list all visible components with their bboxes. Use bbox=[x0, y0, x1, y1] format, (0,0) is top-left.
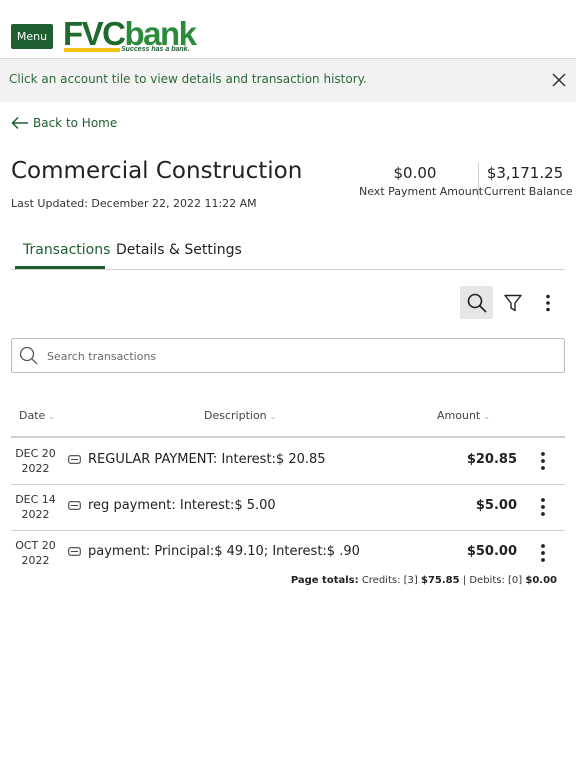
credits-label: Credits: [3] bbox=[361, 575, 418, 586]
row-date-year: 2022 bbox=[21, 554, 50, 567]
row-date: DEC 14 2022 bbox=[11, 492, 60, 522]
logo-fvc: FVC bbox=[63, 15, 126, 52]
totals-separator: | bbox=[462, 575, 467, 586]
summary-divider bbox=[478, 163, 479, 199]
column-header-description[interactable]: Description ⌄ bbox=[204, 409, 276, 422]
row-description: reg payment: Interest:$ 5.00 bbox=[88, 498, 276, 513]
row-date-month-day: DEC 20 bbox=[15, 447, 56, 460]
info-banner: Click an account tile to view details an… bbox=[0, 59, 576, 102]
table-row[interactable]: DEC 14 2022 reg payment: Interest:$ 5.00… bbox=[11, 484, 565, 531]
search-icon bbox=[19, 346, 38, 365]
row-date-year: 2022 bbox=[21, 508, 50, 521]
row-amount: $50.00 bbox=[466, 544, 517, 559]
tag-icon bbox=[68, 501, 81, 510]
current-balance-amount: $3,171.25 bbox=[486, 164, 564, 182]
menu-button[interactable]: Menu bbox=[11, 24, 53, 49]
app-header: Menu FVCbank Success has a bank. bbox=[0, 0, 576, 59]
tag-icon bbox=[68, 455, 81, 464]
row-date: OCT 20 2022 bbox=[11, 538, 60, 568]
row-date: DEC 20 2022 bbox=[11, 446, 60, 476]
back-to-home-link[interactable]: Back to Home bbox=[11, 114, 117, 132]
row-date-year: 2022 bbox=[21, 462, 50, 475]
more-vertical-icon[interactable] bbox=[538, 497, 548, 517]
arrow-left-icon bbox=[11, 116, 28, 130]
tab-bar: Transactions Details & Settings bbox=[11, 232, 565, 270]
sort-icon: ⌄ bbox=[269, 412, 277, 421]
more-vertical-icon bbox=[545, 294, 550, 311]
sort-icon: ⌄ bbox=[483, 412, 490, 421]
row-date-month-day: OCT 20 bbox=[15, 539, 56, 552]
filter-button[interactable] bbox=[496, 286, 529, 319]
debits-amount: $0.00 bbox=[525, 575, 557, 586]
fvcbank-logo[interactable]: FVCbank Success has a bank. bbox=[63, 15, 197, 57]
more-options-button[interactable] bbox=[531, 286, 564, 319]
column-header-date-label: Date bbox=[19, 409, 46, 422]
page-title: Commercial Construction bbox=[11, 158, 303, 184]
row-description: REGULAR PAYMENT: Interest:$ 20.85 bbox=[88, 452, 326, 467]
more-vertical-icon[interactable] bbox=[538, 543, 548, 563]
row-description: payment: Principal:$ 49.10; Interest:$ .… bbox=[88, 544, 360, 559]
more-vertical-icon[interactable] bbox=[538, 451, 548, 471]
tab-details-settings[interactable]: Details & Settings bbox=[116, 242, 242, 258]
back-label: Back to Home bbox=[33, 116, 118, 130]
totals-label: Page totals: bbox=[290, 575, 359, 586]
next-payment-amount: $0.00 bbox=[393, 164, 437, 182]
banner-text: Click an account tile to view details an… bbox=[9, 72, 367, 86]
row-amount: $20.85 bbox=[466, 452, 517, 467]
search-toggle-button[interactable] bbox=[460, 286, 493, 319]
filter-icon bbox=[503, 294, 522, 311]
current-balance-label: Current Balance bbox=[484, 185, 573, 198]
column-header-description-label: Description bbox=[204, 409, 267, 422]
table-row[interactable]: OCT 20 2022 payment: Principal:$ 49.10; … bbox=[11, 530, 565, 576]
logo-underline bbox=[64, 48, 120, 52]
next-payment-label: Next Payment Amount bbox=[359, 185, 484, 198]
column-header-amount-label: Amount bbox=[437, 409, 481, 422]
search-box bbox=[11, 338, 565, 373]
search-icon bbox=[467, 293, 487, 313]
page-totals: Page totals: Credits: [3] $75.85 | Debit… bbox=[291, 575, 557, 586]
close-icon[interactable] bbox=[550, 71, 568, 89]
credits-amount: $75.85 bbox=[421, 575, 460, 586]
last-updated: Last Updated: December 22, 2022 11:22 AM bbox=[11, 197, 257, 210]
logo-tagline: Success has a bank. bbox=[121, 46, 190, 53]
tag-icon bbox=[68, 547, 81, 556]
table-row[interactable]: DEC 20 2022 REGULAR PAYMENT: Interest:$ … bbox=[11, 438, 565, 485]
column-header-amount[interactable]: Amount ⌄ bbox=[437, 409, 490, 422]
tab-transactions[interactable]: Transactions bbox=[23, 242, 110, 258]
sort-icon: ⌄ bbox=[48, 412, 55, 421]
row-date-month-day: DEC 14 bbox=[15, 493, 56, 506]
column-header-date[interactable]: Date ⌄ bbox=[19, 409, 55, 422]
search-input[interactable] bbox=[45, 345, 549, 367]
active-tab-indicator bbox=[15, 266, 105, 269]
row-amount: $5.00 bbox=[475, 498, 517, 513]
debits-label: Debits: [0] bbox=[469, 575, 523, 586]
